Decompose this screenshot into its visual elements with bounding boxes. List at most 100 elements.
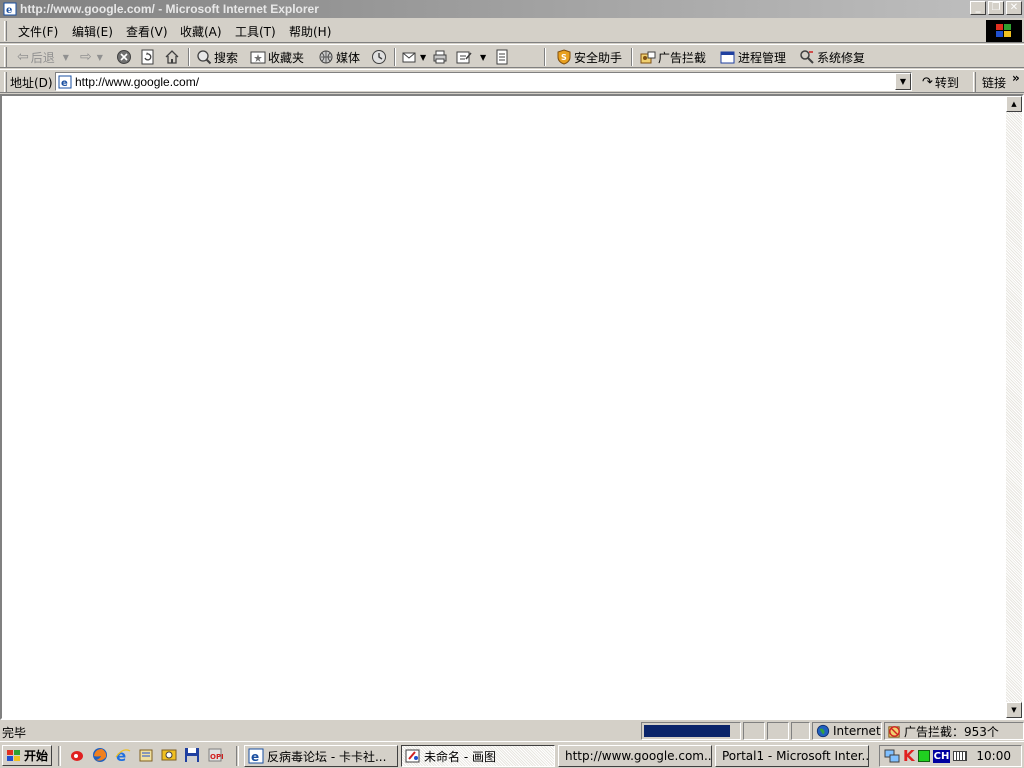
refresh-button[interactable] — [140, 48, 156, 66]
restore-button[interactable]: ❐ — [988, 1, 1004, 15]
start-button[interactable]: 开始 — [2, 745, 52, 766]
refresh-icon — [141, 49, 154, 65]
mail-icon — [402, 52, 416, 63]
shield-icon: S — [557, 49, 571, 65]
menu-help[interactable]: 帮助(H) — [289, 23, 331, 40]
mail-button[interactable]: ▼ — [402, 48, 426, 66]
scroll-up-button[interactable]: ▲ — [1006, 96, 1022, 112]
paint-icon — [405, 749, 420, 763]
print-button[interactable] — [432, 48, 448, 66]
media-button[interactable]: 媒体 — [318, 48, 360, 66]
task-antivirus-forum[interactable]: e 反病毒论坛 - 卡卡社... — [244, 745, 398, 767]
system-tray: K CH 10:00 — [879, 745, 1022, 767]
forward-button[interactable]: ⇨ ▼ — [80, 48, 103, 66]
search-button[interactable]: 搜索 — [196, 48, 238, 66]
ie-icon[interactable]: e — [115, 747, 131, 763]
weibo-icon[interactable] — [69, 747, 85, 763]
taskbar: 开始 e OPN e 反病毒论坛 - 卡卡社... 未命名 - 画图 e htt… — [0, 741, 1024, 768]
address-bar: 地址(D) e ▼ ↷ 转到 链接 » — [0, 69, 1024, 93]
ad-block-icon — [640, 51, 656, 64]
chevron-right-icon[interactable]: » — [1012, 71, 1020, 85]
svg-text:e: e — [6, 5, 12, 16]
keyboard-icon[interactable] — [953, 751, 968, 761]
menu-bar: 文件(F) 编辑(E) 查看(V) 收藏(A) 工具(T) 帮助(H) — [0, 19, 1024, 43]
address-dropdown-button[interactable]: ▼ — [895, 73, 911, 90]
window-title: http://www.google.com/ - Microsoft Inter… — [20, 2, 319, 16]
back-arrow-icon: ⇦ — [17, 49, 29, 65]
task-portal-ie[interactable]: e Portal1 - Microsoft Inter... — [715, 745, 869, 767]
home-button[interactable] — [164, 48, 180, 66]
toolbar-grip[interactable] — [4, 47, 7, 67]
menu-view[interactable]: 查看(V) — [126, 23, 168, 40]
print-icon — [433, 50, 447, 64]
stop-icon — [117, 50, 131, 64]
dropdown-arrow-icon: ▼ — [62, 52, 69, 62]
windows-logo-icon — [986, 20, 1022, 42]
links-button[interactable]: 链接 — [982, 74, 1006, 91]
toolbar-separator — [188, 48, 190, 66]
kaspersky-icon[interactable]: K — [903, 747, 915, 765]
task-google-ie[interactable]: e http://www.google.com... — [558, 745, 712, 767]
toolbar-grip[interactable] — [973, 72, 976, 92]
vertical-scrollbar[interactable]: ▲ ▼ — [1006, 96, 1022, 718]
home-icon — [165, 50, 179, 64]
stop-button[interactable] — [116, 48, 132, 66]
edit-button[interactable]: ▼ — [456, 48, 486, 66]
back-button[interactable]: ⇦ 后退 ▼ — [17, 48, 69, 66]
qq-icon[interactable] — [161, 747, 177, 763]
security-zone[interactable]: Internet — [812, 722, 882, 740]
history-button[interactable] — [371, 48, 387, 66]
dropdown-arrow-icon: ▼ — [420, 52, 427, 62]
address-field[interactable]: e ▼ — [55, 72, 912, 91]
repair-wrench-icon — [800, 50, 814, 64]
svg-text:OPN: OPN — [210, 753, 223, 761]
menu-edit[interactable]: 编辑(E) — [72, 23, 113, 40]
menu-tools[interactable]: 工具(T) — [235, 23, 276, 40]
ad-block-button[interactable]: 广告拦截 — [640, 48, 706, 66]
search-icon — [197, 50, 212, 65]
windows-logo-icon — [7, 749, 20, 761]
toolbar-grip[interactable] — [4, 72, 7, 92]
status-text: 完毕 — [2, 726, 27, 740]
menu-favorites[interactable]: 收藏(A) — [180, 23, 222, 40]
close-button[interactable]: ✕ — [1006, 1, 1022, 15]
toolbar-separator — [544, 48, 546, 66]
discuss-button[interactable] — [494, 48, 510, 66]
process-window-icon — [720, 51, 735, 64]
save-disk-icon[interactable] — [184, 747, 200, 763]
clock[interactable]: 10:00 — [976, 749, 1011, 763]
svg-text:e: e — [251, 750, 259, 764]
go-button[interactable]: ↷ 转到 — [922, 74, 959, 91]
firefox-icon[interactable] — [92, 747, 108, 763]
menu-file[interactable]: 文件(F) — [18, 23, 58, 40]
svg-text:e: e — [61, 78, 68, 89]
task-paint[interactable]: 未命名 - 画图 — [401, 745, 555, 767]
dropdown-arrow-icon: ▼ — [96, 52, 103, 62]
minimize-button[interactable]: _ — [970, 1, 986, 15]
scroll-down-button[interactable]: ▼ — [1006, 702, 1022, 718]
ad-block-icon — [888, 725, 900, 738]
standard-toolbar: ⇦ 后退 ▼ ⇨ ▼ 搜索 收藏夹 媒体 ▼ ▼ S 安全助手 广告拦截 进程管… — [0, 44, 1024, 68]
page-content[interactable]: ▲ ▼ — [0, 94, 1024, 720]
favorites-button[interactable]: 收藏夹 — [250, 48, 304, 66]
language-indicator[interactable]: CH — [932, 749, 951, 763]
address-input[interactable] — [75, 74, 875, 89]
security-assistant-button[interactable]: S 安全助手 — [556, 48, 622, 66]
system-repair-button[interactable]: 系统修复 — [799, 48, 865, 66]
address-label: 地址(D) — [10, 76, 53, 90]
page-icon: e — [58, 75, 72, 89]
taskbar-separator — [236, 746, 239, 766]
status-panel — [767, 722, 789, 740]
status-bar: 完毕 Internet 广告拦截：953个 — [0, 721, 1024, 741]
tool-app-icon[interactable]: OPN — [207, 747, 223, 763]
status-green-icon[interactable] — [917, 750, 930, 762]
network-icon[interactable] — [884, 748, 900, 764]
outlook-icon[interactable] — [138, 747, 154, 763]
process-manager-button[interactable]: 进程管理 — [720, 48, 786, 66]
toolbar-grip[interactable] — [4, 21, 7, 41]
progress-fill — [644, 725, 730, 737]
ad-block-count[interactable]: 广告拦截：953个 — [884, 722, 1024, 740]
media-icon — [319, 50, 333, 64]
ie-icon: e — [3, 2, 17, 16]
ie-icon: e — [248, 748, 264, 764]
